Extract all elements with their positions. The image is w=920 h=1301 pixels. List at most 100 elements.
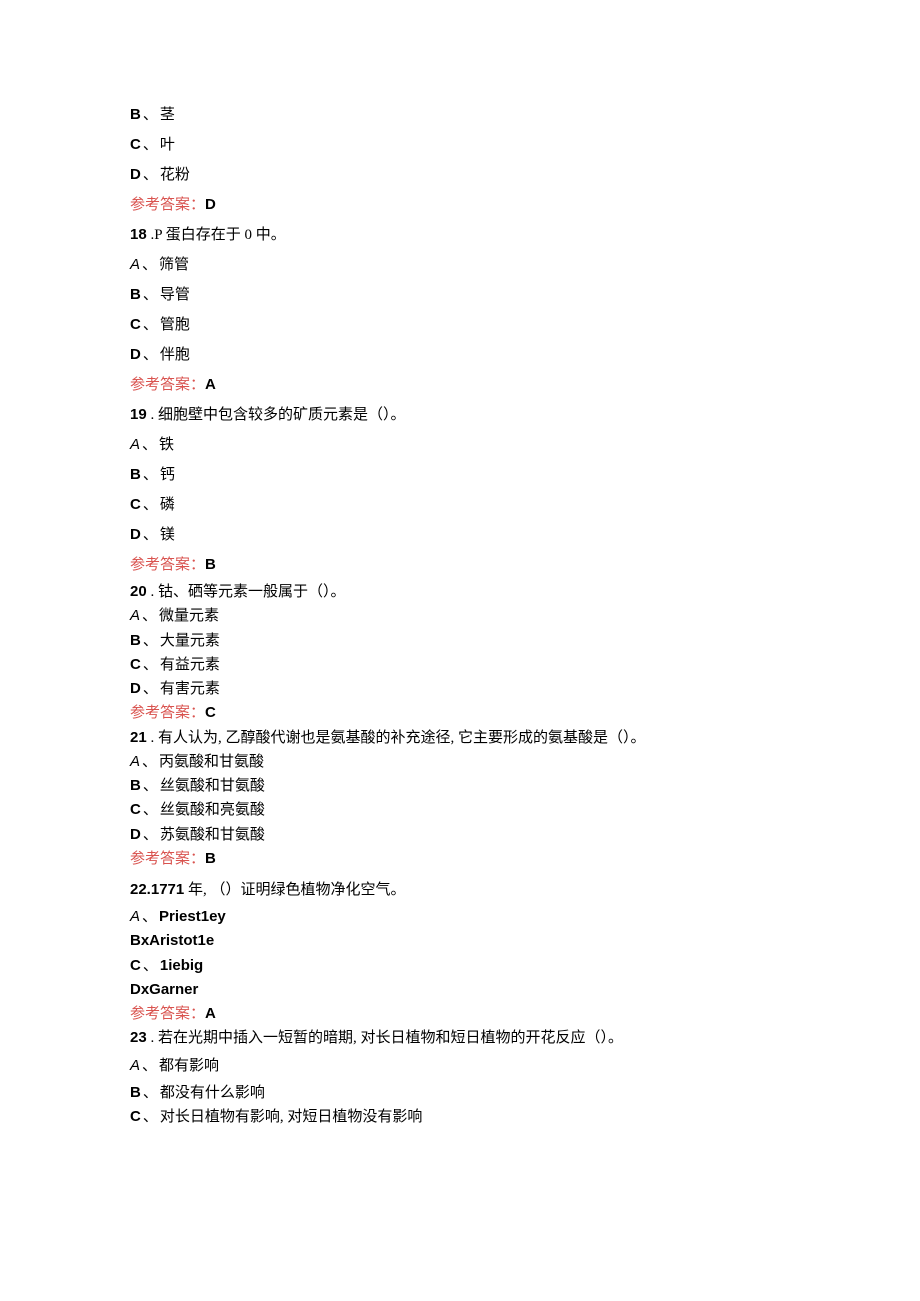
option-text: 都没有什么影响 <box>160 1085 265 1101</box>
q19-answer: 参考答案：B <box>130 550 790 580</box>
option-text: 丙氨酸和甘氨酸 <box>159 754 264 770</box>
q20-option-a: A、微量元素 <box>130 604 790 628</box>
answer-label: 参考答案： <box>130 705 205 721</box>
question-number: 21 <box>130 729 147 746</box>
question-text: . 若在光期中插入一短暂的暗期, 对长日植物和短日植物的开花反应（）。 <box>147 1030 623 1046</box>
option-text: 茎 <box>160 107 175 123</box>
option-text: Priest1ey <box>159 908 226 925</box>
option-letter: D <box>130 346 141 363</box>
option-sep: 、 <box>143 657 158 673</box>
option-letter: B <box>130 632 141 649</box>
q22-options: A、Priest1ey BxAristot1e C 、 1iebig DxGarne… <box>130 905 790 1051</box>
option-sep: 、 <box>143 1109 158 1125</box>
option-text: 丝氨酸和亮氨酸 <box>160 802 265 818</box>
q22-option-a: A、Priest1ey <box>130 905 790 929</box>
option-letter: B <box>130 777 141 794</box>
option-letter: C <box>130 801 141 818</box>
option-sep: 、 <box>143 347 158 363</box>
option-letter: B <box>130 286 141 303</box>
option-text: 铁 <box>159 437 174 453</box>
q23-option-a: A、都有影响 <box>130 1051 790 1081</box>
q21-option-c: C、丝氨酸和亮氨酸 <box>130 798 790 822</box>
answer-label: 参考答案： <box>130 1006 205 1022</box>
option-letter: A <box>130 436 140 453</box>
option-sep: 、 <box>143 167 158 183</box>
option-sep: 、 <box>143 137 158 153</box>
option-sep: 、 <box>142 608 157 624</box>
answer-value: B <box>205 850 216 867</box>
option-sep: 、 <box>143 467 158 483</box>
option-text: BxAristot1e <box>130 932 214 949</box>
option-text: 叶 <box>160 137 175 153</box>
option-text: 对长日植物有影响, 对短日植物没有影响 <box>160 1109 423 1125</box>
q20-stem: 20 . 钴、硒等元素一般属于（）。 <box>130 580 790 604</box>
q21-option-b: B、丝氨酸和甘氨酸 <box>130 774 790 798</box>
answer-value: B <box>205 556 216 573</box>
answer-label: 参考答案： <box>130 557 205 573</box>
option-sep: 、 <box>143 287 158 303</box>
option-text: 大量元素 <box>160 633 220 649</box>
q20-answer: 参考答案：C <box>130 701 790 725</box>
option-letter: D <box>130 166 141 183</box>
question-text: .P 蛋白存在于 0 中。 <box>147 227 286 243</box>
question-number: 22.1771 <box>130 881 184 898</box>
q23-options-tail: B、都没有什么影响 C、对长日植物有影响, 对短日植物没有影响 <box>130 1081 790 1130</box>
option-text: 花粉 <box>160 167 190 183</box>
q21-stem: 21 . 有人认为, 乙醇酸代谢也是氨基酸的补充途径, 它主要形成的氨基酸是（）… <box>130 726 790 750</box>
option-text: 筛管 <box>159 257 189 273</box>
option-sep: 、 <box>142 257 157 273</box>
question-number: 18 <box>130 226 147 243</box>
option-text: 有益元素 <box>160 657 220 673</box>
q21-option-a: A、丙氨酸和甘氨酸 <box>130 750 790 774</box>
option-letter: C <box>130 136 141 153</box>
answer-value: D <box>205 196 216 213</box>
option-sep: 、 <box>143 827 158 843</box>
option-letter: D <box>130 826 141 843</box>
option-text: 管胞 <box>160 317 190 333</box>
q17-option-c: C、叶 <box>130 130 790 160</box>
option-text: 有害元素 <box>160 681 220 697</box>
q21-answer: 参考答案：B <box>130 847 790 871</box>
option-text: 镁 <box>160 527 175 543</box>
option-letter: C <box>130 656 141 673</box>
option-letter: C <box>130 957 141 974</box>
q22-answer: 参考答案：A <box>130 1002 790 1026</box>
q19-stem: 19 . 细胞壁中包含较多的矿质元素是（）。 <box>130 400 790 430</box>
option-text: 磷 <box>160 497 175 513</box>
q22-option-d: DxGarner <box>130 978 790 1002</box>
option-letter: A <box>130 1057 140 1074</box>
option-text: 导管 <box>160 287 190 303</box>
answer-value: C <box>205 704 216 721</box>
answer-label: 参考答案： <box>130 377 205 393</box>
option-sep: 、 <box>142 437 157 453</box>
option-letter: C <box>130 1108 141 1125</box>
option-letter: C <box>130 496 141 513</box>
q18-stem: 18 .P 蛋白存在于 0 中。 <box>130 220 790 250</box>
option-text: 1iebig <box>160 957 203 974</box>
option-letter: D <box>130 526 141 543</box>
option-letter: A <box>130 908 140 925</box>
answer-value: A <box>205 376 216 393</box>
option-letter: C <box>130 316 141 333</box>
option-sep: 、 <box>142 909 157 925</box>
option-sep: 、 <box>142 754 157 770</box>
q20-option-d: D、有害元素 <box>130 677 790 701</box>
q19-option-d: D、镁 <box>130 520 790 550</box>
option-text: 苏氨酸和甘氨酸 <box>160 827 265 843</box>
q18-answer: 参考答案：A <box>130 370 790 400</box>
q17-option-b: B、茎 <box>130 100 790 130</box>
q19-option-a: A、铁 <box>130 430 790 460</box>
option-text: 钙 <box>160 467 175 483</box>
option-sep: 、 <box>143 633 158 649</box>
option-text: DxGarner <box>130 981 198 998</box>
q20-block: 20 . 钴、硒等元素一般属于（）。 A、微量元素 B、大量元素 C、有益元素 … <box>130 580 790 871</box>
option-text: 丝氨酸和甘氨酸 <box>160 778 265 794</box>
q23-option-c: C、对长日植物有影响, 对短日植物没有影响 <box>130 1105 790 1129</box>
question-text: 年, （）证明绿色植物净化空气。 <box>184 882 405 898</box>
option-text: 微量元素 <box>159 608 219 624</box>
q19-option-b: B、钙 <box>130 460 790 490</box>
option-sep: 、 <box>143 107 158 123</box>
answer-value: A <box>205 1005 216 1022</box>
option-sep: 、 <box>143 1085 158 1101</box>
question-number: 23 <box>130 1029 147 1046</box>
